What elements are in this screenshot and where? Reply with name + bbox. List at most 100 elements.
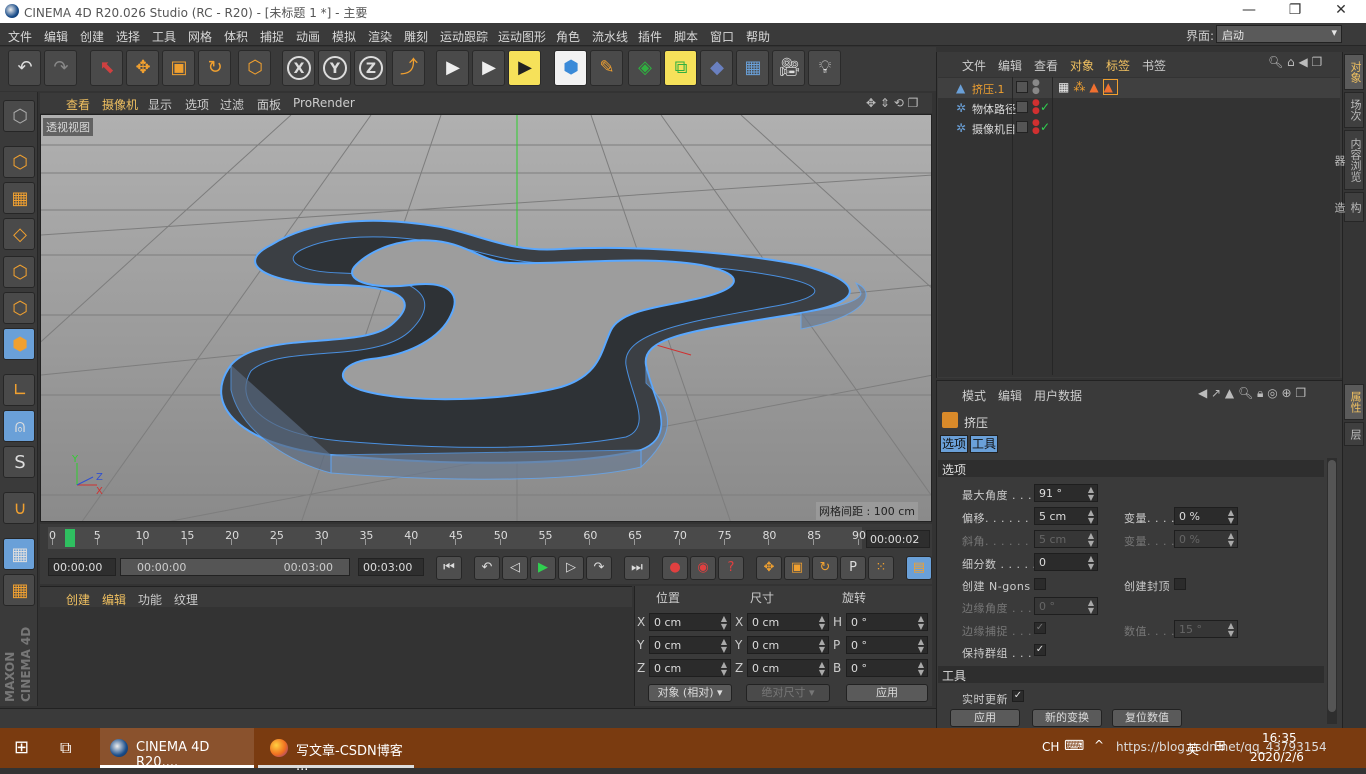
viewport-menu-item[interactable]: 显示 <box>148 96 172 113</box>
solo-mode-button[interactable]: S <box>3 446 35 478</box>
start-time-field[interactable]: 00:00:00 <box>48 558 116 576</box>
right-tab[interactable]: 构造 <box>1333 192 1364 222</box>
array-button[interactable]: ⧉ <box>664 50 697 86</box>
input-method-icon[interactable]: ⊞ <box>1214 738 1226 754</box>
keep-groups-checkbox[interactable]: ✓ <box>1034 644 1046 656</box>
snap-button[interactable]: ∪ <box>3 492 35 524</box>
right-tab[interactable]: 对象 <box>1344 54 1364 90</box>
object-row[interactable]: ✲ 物体路径 ● ● ✓ <box>938 98 1340 118</box>
object-row[interactable]: ✲ 摄像机目 ● ● ✓ <box>938 118 1340 138</box>
spinner-icon[interactable]: ▲ ▼ <box>1088 486 1094 502</box>
menu-item[interactable]: 编辑 <box>44 28 68 45</box>
variance2-field[interactable]: 0 % ▲ ▼ <box>1174 530 1238 548</box>
spinner-icon[interactable]: ▲ ▼ <box>918 615 924 631</box>
task-view-icon[interactable]: ⧉ <box>60 728 84 768</box>
tag-icons[interactable]: ▦⁂▲▲ <box>1058 79 1118 95</box>
section-tool-header[interactable]: 工具 <box>938 666 1324 683</box>
visibility-dots-icon[interactable]: ● ● <box>1032 79 1040 96</box>
visibility-dots-icon[interactable]: ● ● <box>1032 119 1040 136</box>
play-button[interactable]: ▶ <box>530 556 556 580</box>
live-select-button[interactable]: ⬉ <box>90 50 123 86</box>
position-field[interactable]: 0 cm ▲ ▼ <box>649 636 731 654</box>
object-menu-item[interactable]: 查看 <box>1034 57 1058 74</box>
go-to-start-button[interactable]: ⏮ <box>436 556 462 580</box>
viewport-menu-item[interactable]: 面板 <box>257 96 281 113</box>
workplane-mode-button[interactable]: ◇ <box>3 218 35 250</box>
menu-item[interactable]: 文件 <box>8 28 32 45</box>
section-options-header[interactable]: 选项 <box>938 460 1324 477</box>
coordinate-apply-button[interactable]: 应用 <box>846 684 928 702</box>
menu-item[interactable]: 角色 <box>556 28 580 45</box>
spinner-icon[interactable]: ▲ ▼ <box>1088 509 1094 525</box>
keyframe-selection-button[interactable]: ? <box>718 556 744 580</box>
polygons-mode-button[interactable]: ⬢ <box>3 328 35 360</box>
key-rotation-button[interactable]: ↻ <box>812 556 838 580</box>
spinner-icon[interactable]: ▲ ▼ <box>1228 622 1234 638</box>
menu-item[interactable]: 运动图形 <box>498 28 546 45</box>
object-name[interactable]: 摄像机目 <box>972 121 1016 137</box>
material-menu-item[interactable]: 功能 <box>138 591 162 608</box>
layer-icon[interactable] <box>1016 81 1028 93</box>
tray-chevron-icon[interactable]: ^ <box>1094 738 1104 752</box>
edge-angle-field[interactable]: 0 ° ▲ ▼ <box>1034 597 1098 615</box>
spinner-icon[interactable]: ▲ ▼ <box>918 638 924 654</box>
spinner-icon[interactable]: ▲ ▼ <box>819 615 825 631</box>
spinner-icon[interactable]: ▲ ▼ <box>1088 555 1094 571</box>
undo-button[interactable]: ↶ <box>8 50 41 86</box>
ngons-checkbox[interactable] <box>1034 578 1046 590</box>
attribute-menu-item[interactable]: 用户数据 <box>1034 387 1082 404</box>
render-settings-button[interactable]: ▶ <box>508 50 541 86</box>
spinner-icon[interactable]: ▲ ▼ <box>721 615 727 631</box>
object-menu-item[interactable]: 文件 <box>962 57 986 74</box>
coordinate-system-button[interactable]: ⤴ <box>392 50 425 86</box>
layer-icon[interactable] <box>1016 121 1028 133</box>
keyboard-icon[interactable]: ⌨ <box>1064 738 1084 754</box>
object-row[interactable]: ▲ 挤压.1 ● ● ▦⁂▲▲ <box>938 78 1340 98</box>
right-tab[interactable]: 场次 <box>1344 92 1364 128</box>
viewport-nav-icons[interactable]: ✥ ⇕ ⟲ ❐ <box>866 96 918 110</box>
material-menu-item[interactable]: 纹理 <box>174 591 198 608</box>
object-manager-nav-icons[interactable]: 🔍︎ ⌂ ◀ ❐ <box>1268 55 1322 69</box>
recent-tool-button[interactable]: ⬡ <box>238 50 271 86</box>
key-position-button[interactable]: ✥ <box>756 556 782 580</box>
material-menu-item[interactable]: 创建 <box>66 591 90 608</box>
maximize-button[interactable]: ❐ <box>1272 2 1318 22</box>
model-mode-button[interactable]: ⬡ <box>3 146 35 178</box>
render-picture-viewer-button[interactable]: ▶ <box>472 50 505 86</box>
material-menu-item[interactable]: 编辑 <box>102 591 126 608</box>
viewport-menu-item[interactable]: 过滤 <box>220 96 244 113</box>
current-frame-field[interactable]: 00:00:02 <box>866 530 930 548</box>
spinner-icon[interactable]: ▲ ▼ <box>918 661 924 677</box>
y-axis-button[interactable]: Y <box>318 50 351 86</box>
new-transform-button[interactable]: 新的变换 <box>1032 709 1102 727</box>
offset-field[interactable]: 5 cm ▲ ▼ <box>1034 507 1098 525</box>
subdivision-button[interactable]: ◈ <box>628 50 661 86</box>
spinner-icon[interactable]: ▲ ▼ <box>1228 509 1234 525</box>
light-button[interactable]: 💡︎ <box>808 50 841 86</box>
coordinate-mode-select[interactable]: 对象 (相对) ▾ <box>648 684 732 702</box>
close-button[interactable]: ✕ <box>1318 2 1364 22</box>
points-mode-button[interactable]: ⬡ <box>3 256 35 288</box>
right-tab[interactable]: 属性 <box>1344 384 1364 420</box>
menu-item[interactable]: 插件 <box>638 28 662 45</box>
spinner-icon[interactable]: ▲ ▼ <box>1088 532 1094 548</box>
next-key-button[interactable]: ↷ <box>586 556 612 580</box>
locked-workplane-button[interactable]: ▦ <box>3 574 35 606</box>
record-button[interactable]: ● <box>662 556 688 580</box>
tweak-mode-button[interactable]: ⍝ <box>3 410 35 442</box>
object-menu-item[interactable]: 标签 <box>1106 57 1130 74</box>
menu-item[interactable]: 动画 <box>296 28 320 45</box>
variance-field[interactable]: 0 % ▲ ▼ <box>1174 507 1238 525</box>
prev-frame-button[interactable]: ◁ <box>502 556 528 580</box>
tab-options[interactable]: 选项 <box>940 435 968 453</box>
spinner-icon[interactable]: ▲ ▼ <box>819 638 825 654</box>
prev-key-button[interactable]: ↶ <box>474 556 500 580</box>
position-field[interactable]: 0 cm ▲ ▼ <box>649 613 731 631</box>
tray-date[interactable]: 2020/2/6 <box>1250 750 1304 764</box>
cube-button[interactable]: ⬢ <box>554 50 587 86</box>
texture-mode-button[interactable]: ▦ <box>3 182 35 214</box>
edge-snap-checkbox[interactable]: ✓ <box>1034 622 1046 634</box>
object-menu-item[interactable]: 编辑 <box>998 57 1022 74</box>
menu-item[interactable]: 网格 <box>188 28 212 45</box>
redo-button[interactable]: ↷ <box>44 50 77 86</box>
